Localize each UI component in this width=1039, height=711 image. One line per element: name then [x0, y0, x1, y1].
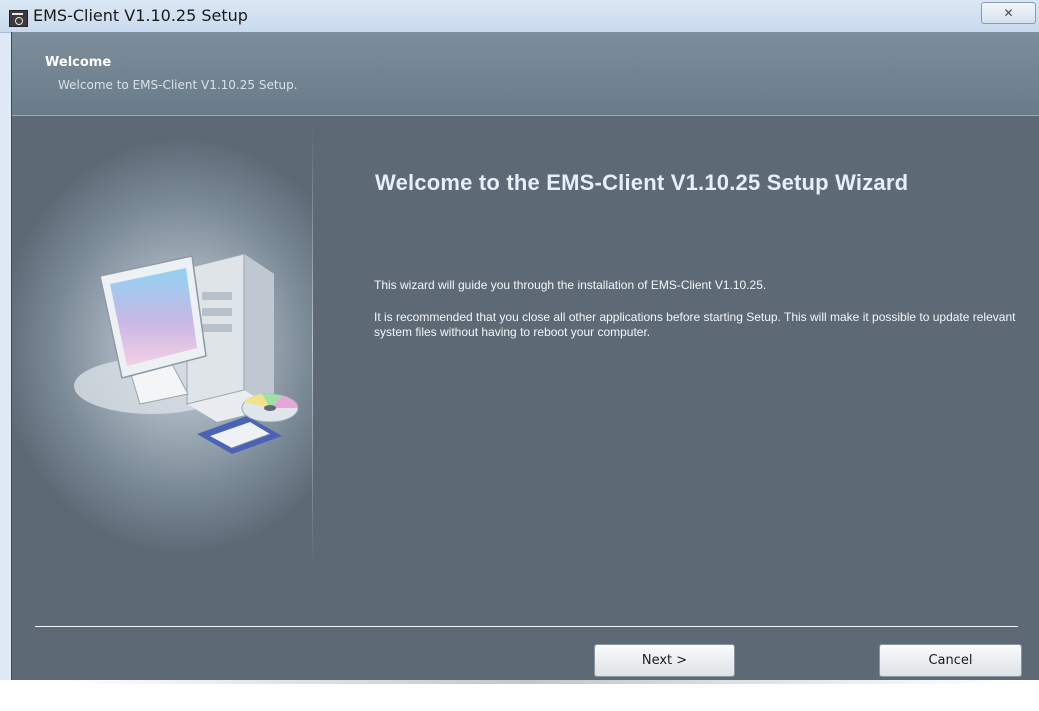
- close-icon: ✕: [1003, 6, 1014, 20]
- title-bar: EMS-Client V1.10.25 Setup ✕: [0, 0, 1039, 33]
- close-button[interactable]: ✕: [981, 2, 1036, 24]
- wizard-content: Welcome Welcome to EMS-Client V1.10.25 S…: [11, 32, 1039, 680]
- page-subtitle: Welcome to EMS-Client V1.10.25 Setup.: [58, 78, 298, 92]
- cancel-button[interactable]: Cancel: [879, 644, 1022, 677]
- installer-icon: [9, 10, 28, 27]
- computer-with-cd-icon: [74, 253, 299, 454]
- recommendation-paragraph: It is recommended that you close all oth…: [374, 310, 1016, 339]
- header-band: Welcome Welcome to EMS-Client V1.10.25 S…: [12, 32, 1039, 116]
- side-graphic-panel: [12, 116, 312, 600]
- wizard-heading: Welcome to the EMS-Client V1.10.25 Setup…: [375, 170, 909, 195]
- next-button[interactable]: Next >: [594, 644, 735, 677]
- window-bottom-edge: [0, 680, 1039, 711]
- window-shadow: [60, 680, 1000, 684]
- page-title: Welcome: [45, 55, 112, 70]
- button-separator: [35, 626, 1018, 627]
- intro-paragraph: This wizard will guide you through the i…: [374, 278, 767, 292]
- setup-window: EMS-Client V1.10.25 Setup ✕ Welcome Welc…: [0, 0, 1039, 711]
- panel-divider: [312, 126, 313, 566]
- window-title: EMS-Client V1.10.25 Setup: [33, 6, 248, 25]
